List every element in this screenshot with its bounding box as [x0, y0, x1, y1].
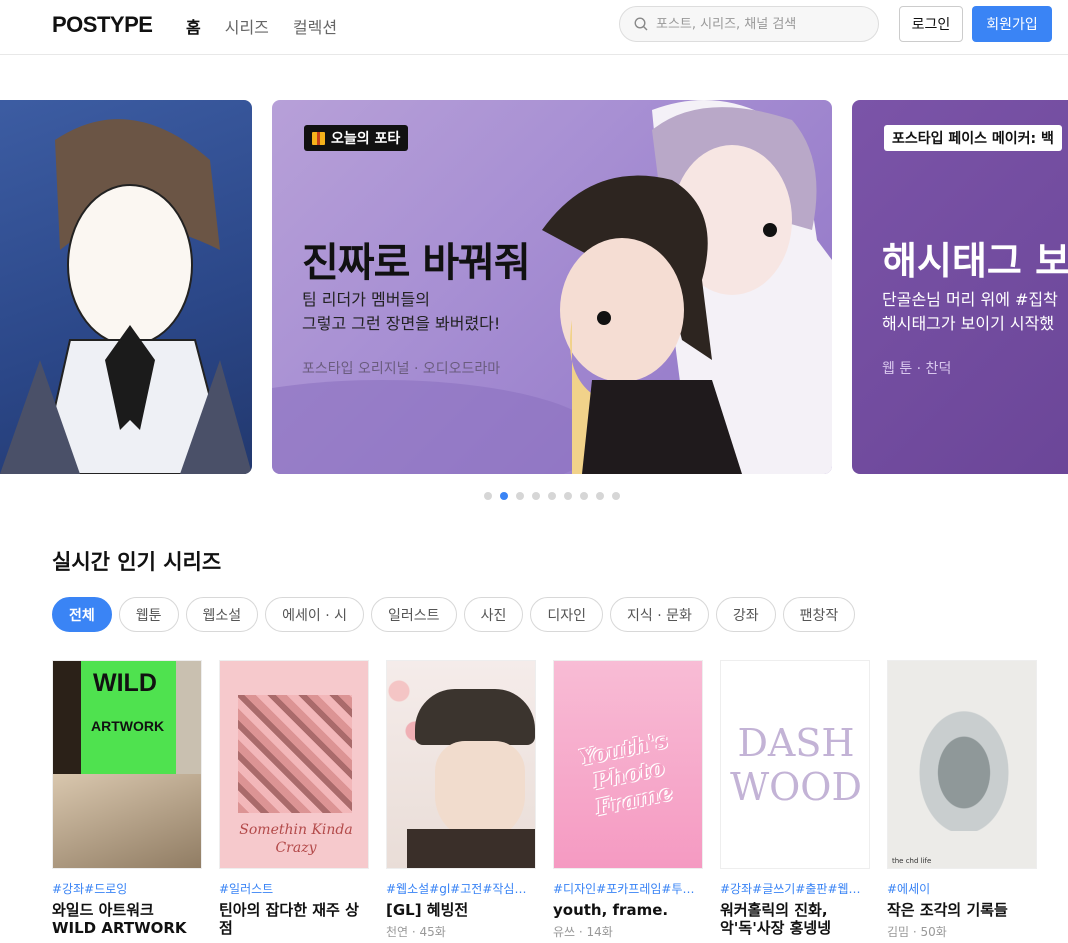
- cover-text: ARTWORK: [91, 718, 165, 734]
- series-title[interactable]: [GL] 혜빙전: [386, 901, 536, 919]
- slide-title: 해시태그 보: [882, 239, 1068, 283]
- series-cover: DASH WOOD: [720, 660, 870, 869]
- slide-desc-line: 단골손님 머리 위에 #집착: [882, 290, 1058, 309]
- chip-design[interactable]: 디자인: [530, 597, 603, 632]
- carousel-dot[interactable]: [564, 492, 572, 500]
- series-card[interactable]: DASH WOOD #강좌#글쓰기#출판#웹소… 워커홀릭의 진화, 악'독'사…: [720, 660, 870, 940]
- chip-webnovel[interactable]: 웹소설: [185, 597, 259, 632]
- carousel-dot[interactable]: [516, 492, 524, 500]
- chip-photo[interactable]: 사진: [463, 597, 524, 632]
- series-cover: WILD ARTWORK: [52, 660, 202, 869]
- series-title[interactable]: youth, frame.: [553, 901, 703, 919]
- series-card[interactable]: the chd life #에세이 작은 조각의 기록들 김밈 · 50화: [887, 660, 1037, 940]
- series-cover: [386, 660, 536, 869]
- section-title: 실시간 인기 시리즈: [52, 550, 222, 574]
- chip-essay[interactable]: 에세이 · 시: [265, 597, 365, 632]
- cover-text: DASH WOOD: [730, 721, 862, 809]
- series-title[interactable]: 틴아의 잡다한 재주 상점: [219, 901, 369, 937]
- chip-lecture[interactable]: 강좌: [715, 597, 776, 632]
- carousel-dots: [484, 492, 620, 500]
- series-tags[interactable]: #웹소설#gl#고전#작심삼…: [386, 880, 536, 897]
- nav-home[interactable]: 홈: [186, 14, 201, 38]
- today-pick-badge: 오늘의 포타: [304, 125, 409, 151]
- chip-illustration[interactable]: 일러스트: [371, 597, 457, 632]
- carousel-slide-prev[interactable]: [0, 100, 252, 474]
- slide-illustration: [0, 119, 252, 474]
- series-tags[interactable]: #디자인#포카프레임#투…: [553, 880, 703, 897]
- chip-fanwork[interactable]: 팬창작: [782, 597, 856, 632]
- carousel-dot[interactable]: [612, 492, 620, 500]
- slide-meta: 웹 툰 · 찬덕: [882, 361, 952, 377]
- pace-maker-badge: 포스타입 페이스 메이커: 백: [884, 125, 1062, 151]
- signup-button[interactable]: 회원가입: [972, 6, 1052, 42]
- carousel-dot[interactable]: [548, 492, 556, 500]
- series-meta: 김밈 · 50화: [887, 925, 947, 939]
- series-card[interactable]: Youth's Photo Frame #디자인#포카프레임#투… youth,…: [553, 660, 703, 940]
- slide-desc-line: 팀 리더가 멤버들의: [302, 290, 430, 309]
- search-box[interactable]: [619, 6, 879, 42]
- logo[interactable]: POSTYPE: [52, 12, 153, 38]
- slide-desc-line: 해시태그가 보이기 시작했: [882, 314, 1055, 333]
- login-button[interactable]: 로그인: [899, 6, 963, 42]
- chip-knowledge[interactable]: 지식 · 문화: [609, 597, 709, 632]
- chip-webtoon[interactable]: 웹툰: [118, 597, 179, 632]
- carousel-dot[interactable]: [596, 492, 604, 500]
- slide-meta: 포스타입 오리지널 · 오디오드라마: [302, 361, 501, 377]
- series-card[interactable]: WILD ARTWORK #강좌#드로잉 와일드 아트워크 WILD ARTWO…: [52, 660, 202, 940]
- cover-text: Somethin Kinda Crazy: [239, 822, 353, 856]
- search-icon: [634, 17, 648, 31]
- carousel-slide-next[interactable]: 포스타입 페이스 메이커: 백 해시태그 보 단골손님 머리 위에 #집착 해시…: [852, 100, 1068, 474]
- series-cover: Somethin Kinda Crazy: [219, 660, 369, 869]
- series-card[interactable]: Somethin Kinda Crazy #일러스트 틴아의 잡다한 재주 상점: [219, 660, 369, 940]
- carousel-dot[interactable]: [484, 492, 492, 500]
- series-card[interactable]: #웹소설#gl#고전#작심삼… [GL] 혜빙전 천연 · 45화: [386, 660, 536, 940]
- cover-text: WILD: [93, 669, 157, 697]
- series-title[interactable]: 워커홀릭의 진화, 악'독'사장 홍넹넹: [720, 901, 870, 937]
- badge-label: 오늘의 포타: [331, 131, 401, 147]
- top-header: POSTYPE 홈 시리즈 컬렉션 로그인 회원가입: [0, 0, 1068, 55]
- gift-icon: [312, 131, 325, 145]
- cover-text: Youth's Photo Frame: [576, 727, 676, 822]
- carousel-dot[interactable]: [532, 492, 540, 500]
- series-list: WILD ARTWORK #강좌#드로잉 와일드 아트워크 WILD ARTWO…: [52, 660, 1037, 940]
- series-meta: 천연 · 45화: [386, 925, 446, 939]
- cover-text: the chd life: [892, 857, 932, 865]
- slide-description: 단골손님 머리 위에 #집착 해시태그가 보이기 시작했: [882, 288, 1058, 336]
- slide-title: 진짜로 바꿔줘: [302, 240, 531, 286]
- carousel-slide-active[interactable]: 오늘의 포타 진짜로 바꿔줘 팀 리더가 멤버들의 그렇고 그런 장면을 봐버렸…: [272, 100, 832, 474]
- main-nav: 홈 시리즈 컬렉션: [186, 14, 337, 38]
- series-title[interactable]: 작은 조각의 기록들: [887, 901, 1037, 919]
- series-title[interactable]: 와일드 아트워크 WILD ARTWORK: [52, 901, 202, 937]
- series-meta: 유쓰 · 14화: [553, 925, 613, 939]
- search-input[interactable]: [656, 16, 856, 32]
- series-tags[interactable]: #강좌#드로잉: [52, 880, 202, 897]
- nav-series[interactable]: 시리즈: [225, 14, 269, 38]
- series-tags[interactable]: #에세이: [887, 880, 1037, 897]
- slide-description: 팀 리더가 멤버들의 그렇고 그런 장면을 봐버렸다!: [302, 288, 500, 336]
- chip-all[interactable]: 전체: [52, 597, 112, 632]
- series-cover: the chd life: [887, 660, 1037, 869]
- carousel-dot[interactable]: [580, 492, 588, 500]
- slide-desc-line: 그렇고 그런 장면을 봐버렸다!: [302, 314, 501, 333]
- series-tags[interactable]: #강좌#글쓰기#출판#웹소…: [720, 880, 870, 897]
- series-cover: Youth's Photo Frame: [553, 660, 703, 869]
- nav-collection[interactable]: 컬렉션: [293, 14, 337, 38]
- series-tags[interactable]: #일러스트: [219, 880, 369, 897]
- category-filter: 전체 웹툰 웹소설 에세이 · 시 일러스트 사진 디자인 지식 · 문화 강좌…: [52, 597, 856, 632]
- carousel-dot-active[interactable]: [500, 492, 508, 500]
